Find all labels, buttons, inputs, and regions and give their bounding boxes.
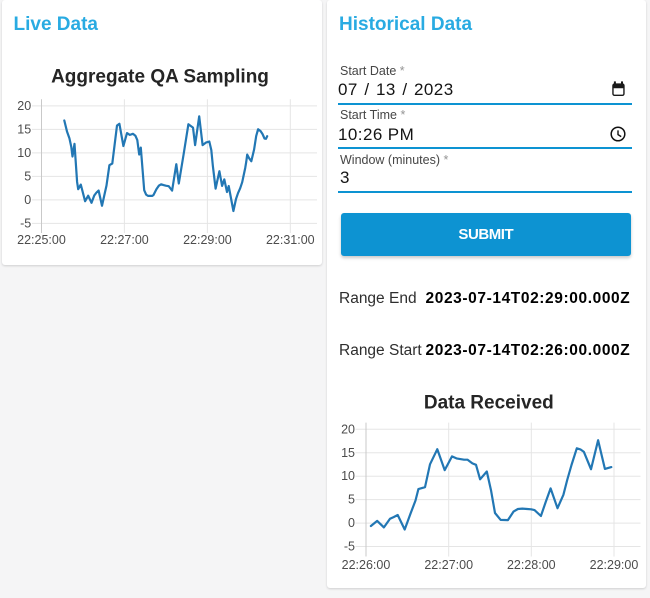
svg-text:22:31:00: 22:31:00 — [266, 233, 315, 247]
svg-text:22:28:00: 22:28:00 — [507, 558, 556, 572]
svg-text:15: 15 — [17, 122, 31, 136]
svg-text:10: 10 — [341, 469, 355, 483]
svg-text:22:29:00: 22:29:00 — [590, 558, 639, 572]
svg-text:20: 20 — [17, 99, 31, 113]
svg-text:10: 10 — [17, 146, 31, 160]
svg-text:Data Received: Data Received — [424, 392, 554, 413]
svg-text:22:26:00: 22:26:00 — [342, 558, 391, 572]
svg-text:5: 5 — [348, 493, 355, 507]
svg-text:5: 5 — [24, 169, 31, 183]
svg-text:-5: -5 — [20, 216, 31, 230]
svg-text:22:29:00: 22:29:00 — [183, 233, 232, 247]
svg-text:0: 0 — [348, 516, 355, 530]
svg-text:20: 20 — [341, 422, 355, 436]
svg-text:22:27:00: 22:27:00 — [100, 233, 149, 247]
svg-text:22:27:00: 22:27:00 — [424, 558, 473, 572]
svg-text:15: 15 — [341, 446, 355, 460]
svg-text:-5: -5 — [344, 540, 355, 554]
svg-text:22:25:00: 22:25:00 — [17, 233, 66, 247]
svg-text:Aggregate QA Sampling: Aggregate QA Sampling — [51, 67, 269, 88]
svg-text:0: 0 — [24, 193, 31, 207]
